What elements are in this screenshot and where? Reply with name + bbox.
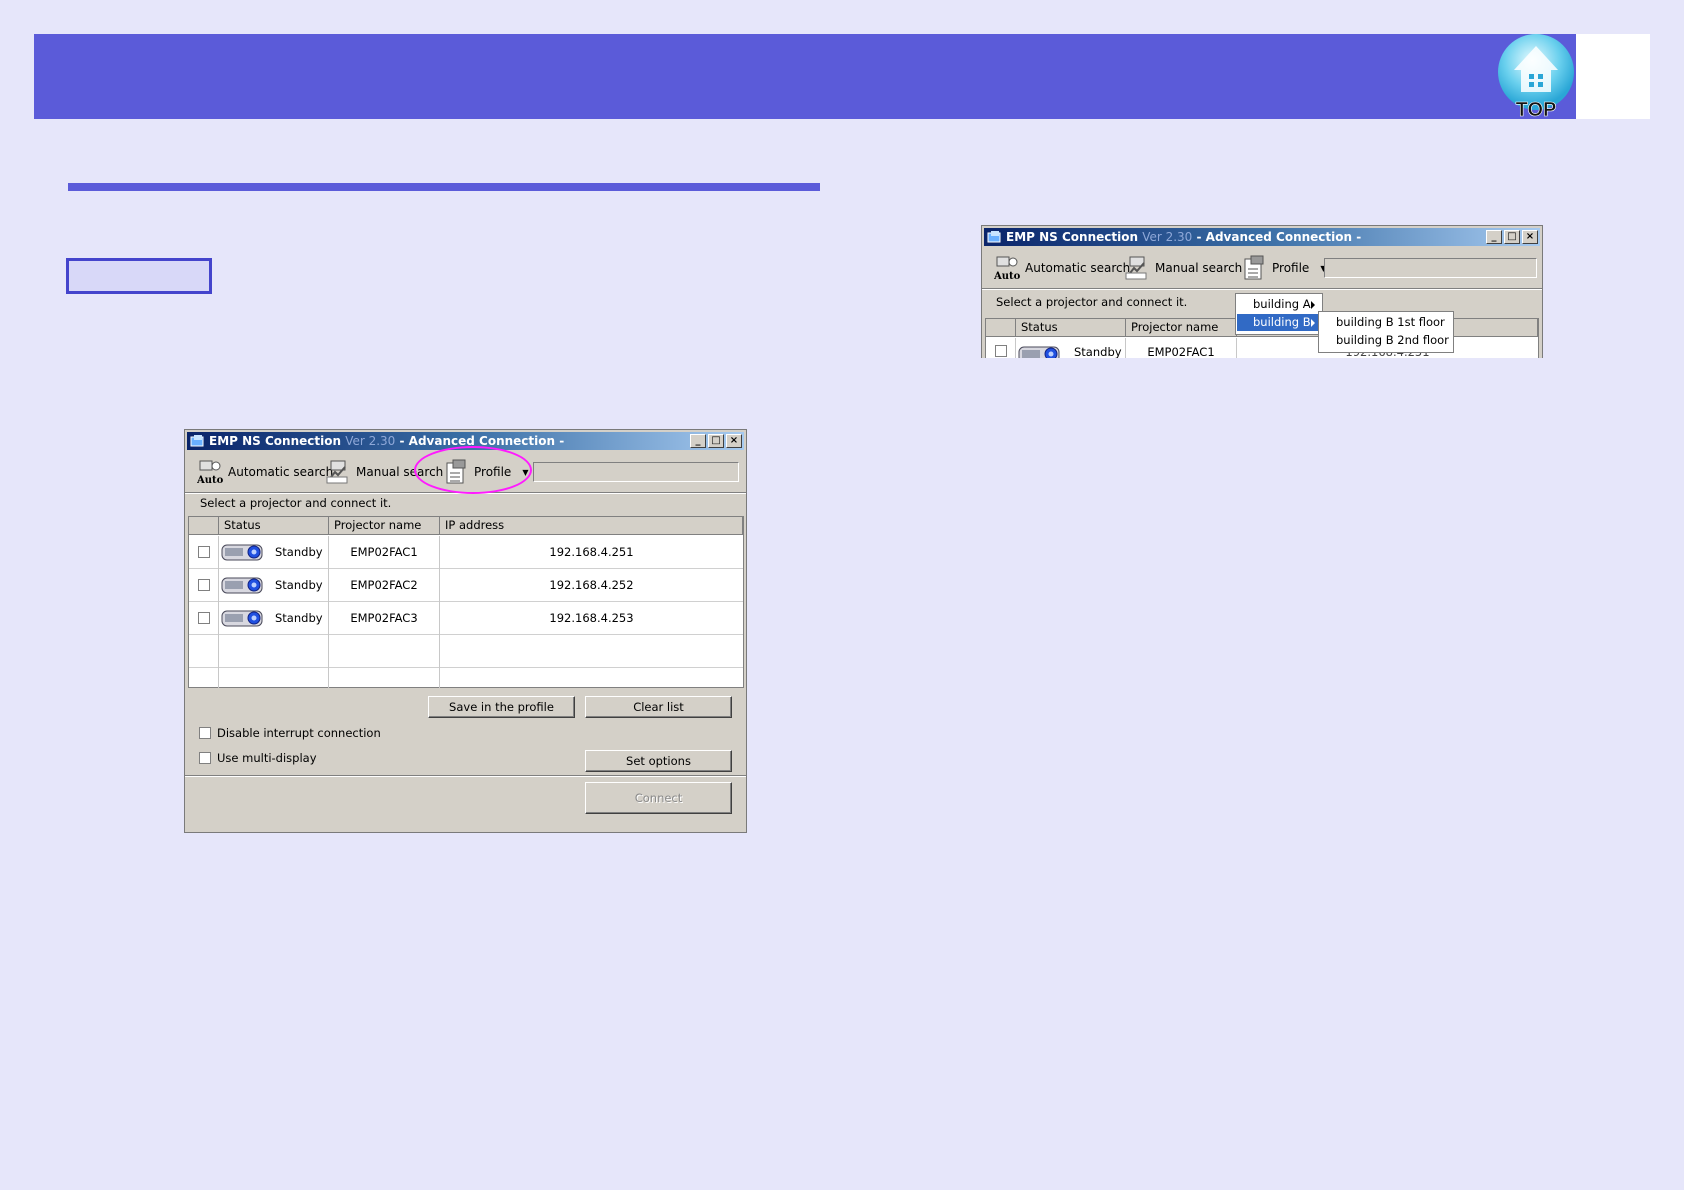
table-row[interactable]: Standby EMP02FAC2 192.168.4.252 bbox=[189, 569, 743, 602]
status-text: Standby bbox=[1074, 345, 1122, 358]
svg-text:TOP: TOP bbox=[1516, 99, 1557, 119]
manual-search-icon bbox=[1124, 255, 1150, 281]
svg-text:Auto: Auto bbox=[197, 475, 223, 485]
maximize-button[interactable]: □ bbox=[708, 434, 724, 448]
automatic-search-label: Automatic search bbox=[228, 465, 334, 479]
minimize-button[interactable]: _ bbox=[1486, 230, 1502, 244]
select-column-header[interactable] bbox=[189, 517, 219, 535]
auto-search-icon: Auto bbox=[993, 255, 1021, 282]
title-version: Ver 2.30 bbox=[345, 434, 396, 448]
disable-interrupt-option[interactable]: Disable interrupt connection bbox=[199, 726, 381, 740]
menu-item-building-a[interactable]: building A bbox=[1237, 296, 1321, 313]
table-row[interactable]: Standby EMP02FAC1 192.168.4.251 bbox=[189, 536, 743, 569]
empty-row bbox=[189, 668, 743, 688]
empty-row bbox=[189, 635, 743, 668]
select-column-header[interactable] bbox=[986, 319, 1016, 337]
title-mode: - Advanced Connection - bbox=[1196, 230, 1362, 244]
status-text: Standby bbox=[275, 545, 323, 559]
maximize-button[interactable]: □ bbox=[1504, 230, 1520, 244]
close-button[interactable]: × bbox=[1522, 230, 1538, 244]
app-icon bbox=[190, 435, 204, 447]
projector-icon bbox=[221, 544, 263, 561]
profile-icon bbox=[1241, 255, 1267, 281]
submenu-arrow-icon bbox=[1311, 319, 1315, 327]
title-version: Ver 2.30 bbox=[1142, 230, 1193, 244]
projector-icon bbox=[221, 610, 263, 627]
status-text: Standby bbox=[275, 611, 323, 625]
toolbar-divider bbox=[982, 288, 1542, 290]
ip-address: 192.168.4.252 bbox=[549, 578, 634, 592]
app-icon bbox=[987, 231, 1001, 243]
automatic-search-button[interactable]: Auto Automatic search bbox=[993, 250, 1131, 286]
row-checkbox[interactable] bbox=[198, 579, 210, 591]
header-corner bbox=[1576, 34, 1650, 119]
manual-search-icon bbox=[325, 459, 351, 485]
submenu-arrow-icon bbox=[1311, 301, 1315, 309]
projector-icon bbox=[221, 577, 263, 594]
instruction-text: Select a projector and connect it. bbox=[996, 295, 1188, 309]
status-column-header[interactable]: Status bbox=[219, 517, 329, 535]
profile-menu: building A building B bbox=[1235, 293, 1323, 335]
profile-button[interactable]: Profile ▼ bbox=[1241, 250, 1326, 286]
toolbar: Auto Automatic search Manual search Prof… bbox=[986, 250, 1538, 286]
submenu-item-1st-floor[interactable]: building B 1st floor bbox=[1320, 314, 1452, 331]
submenu-item-2nd-floor[interactable]: building B 2nd floor bbox=[1320, 332, 1452, 349]
top-logo-icon: TOP bbox=[1498, 34, 1574, 119]
menu-item-label: building A bbox=[1253, 297, 1311, 311]
header-band bbox=[34, 34, 1576, 119]
projector-name-column-header[interactable]: Projector name bbox=[1126, 319, 1237, 337]
procedure-label-box bbox=[66, 258, 212, 294]
row-checkbox[interactable] bbox=[198, 612, 210, 624]
menu-item-building-b[interactable]: building B bbox=[1237, 314, 1321, 331]
title-app: EMP NS Connection bbox=[1006, 230, 1138, 244]
footer-divider bbox=[185, 775, 746, 777]
ip-address: 192.168.4.251 bbox=[549, 545, 634, 559]
automatic-search-label: Automatic search bbox=[1025, 261, 1131, 275]
advanced-connection-dialog-profile-menu: EMP NS Connection Ver 2.30 - Advanced Co… bbox=[981, 225, 1543, 358]
projector-list[interactable]: Status Projector name IP address Standby… bbox=[188, 516, 744, 688]
set-options-button[interactable]: Set options bbox=[585, 750, 732, 772]
row-checkbox[interactable] bbox=[995, 345, 1007, 357]
automatic-search-button[interactable]: Auto Automatic search bbox=[196, 454, 334, 490]
disable-interrupt-checkbox[interactable] bbox=[199, 727, 211, 739]
svg-text:Auto: Auto bbox=[994, 271, 1020, 281]
connect-button[interactable]: Connect bbox=[585, 782, 732, 814]
title-bar: EMP NS Connection Ver 2.30 - Advanced Co… bbox=[984, 228, 1540, 246]
projector-name: EMP02FAC1 bbox=[1126, 338, 1237, 358]
status-column-header[interactable]: Status bbox=[1016, 319, 1126, 337]
top-home-button[interactable]: TOP bbox=[1496, 34, 1576, 119]
ip-address: 192.168.4.253 bbox=[549, 611, 634, 625]
title-app: EMP NS Connection bbox=[209, 434, 341, 448]
table-row[interactable]: Standby EMP02FAC1 192.168.4.251 bbox=[986, 338, 1538, 358]
auto-search-icon: Auto bbox=[196, 459, 224, 486]
profile-highlight-ellipse bbox=[414, 446, 532, 494]
profile-label: Profile bbox=[1272, 261, 1310, 275]
multi-display-label: Use multi-display bbox=[217, 751, 317, 765]
close-button[interactable]: × bbox=[726, 434, 742, 448]
status-text: Standby bbox=[275, 578, 323, 592]
manual-search-label: Manual search bbox=[1155, 261, 1243, 275]
projector-name: EMP02FAC1 bbox=[329, 536, 440, 569]
row-checkbox[interactable] bbox=[198, 546, 210, 558]
disable-interrupt-label: Disable interrupt connection bbox=[217, 726, 381, 740]
clear-list-button[interactable]: Clear list bbox=[585, 696, 732, 718]
projector-name-column-header[interactable]: Projector name bbox=[329, 517, 440, 535]
building-b-submenu: building B 1st floor building B 2nd floo… bbox=[1318, 311, 1454, 353]
profile-path-field bbox=[1324, 258, 1537, 278]
multi-display-checkbox[interactable] bbox=[199, 752, 211, 764]
projector-name: EMP02FAC3 bbox=[329, 602, 440, 635]
ip-address-column-header[interactable]: IP address bbox=[440, 517, 743, 535]
multi-display-option[interactable]: Use multi-display bbox=[199, 751, 317, 765]
menu-item-label: building B bbox=[1253, 315, 1311, 329]
minimize-button[interactable]: _ bbox=[690, 434, 706, 448]
manual-search-button[interactable]: Manual search bbox=[1124, 250, 1242, 286]
save-in-profile-button[interactable]: Save in the profile bbox=[428, 696, 575, 718]
table-row[interactable]: Standby EMP02FAC3 192.168.4.253 bbox=[189, 602, 743, 635]
projector-icon bbox=[1018, 346, 1060, 358]
section-rule bbox=[68, 183, 820, 191]
projector-name: EMP02FAC2 bbox=[329, 569, 440, 602]
profile-path-field bbox=[533, 462, 739, 482]
instruction-text: Select a projector and connect it. bbox=[200, 496, 392, 510]
